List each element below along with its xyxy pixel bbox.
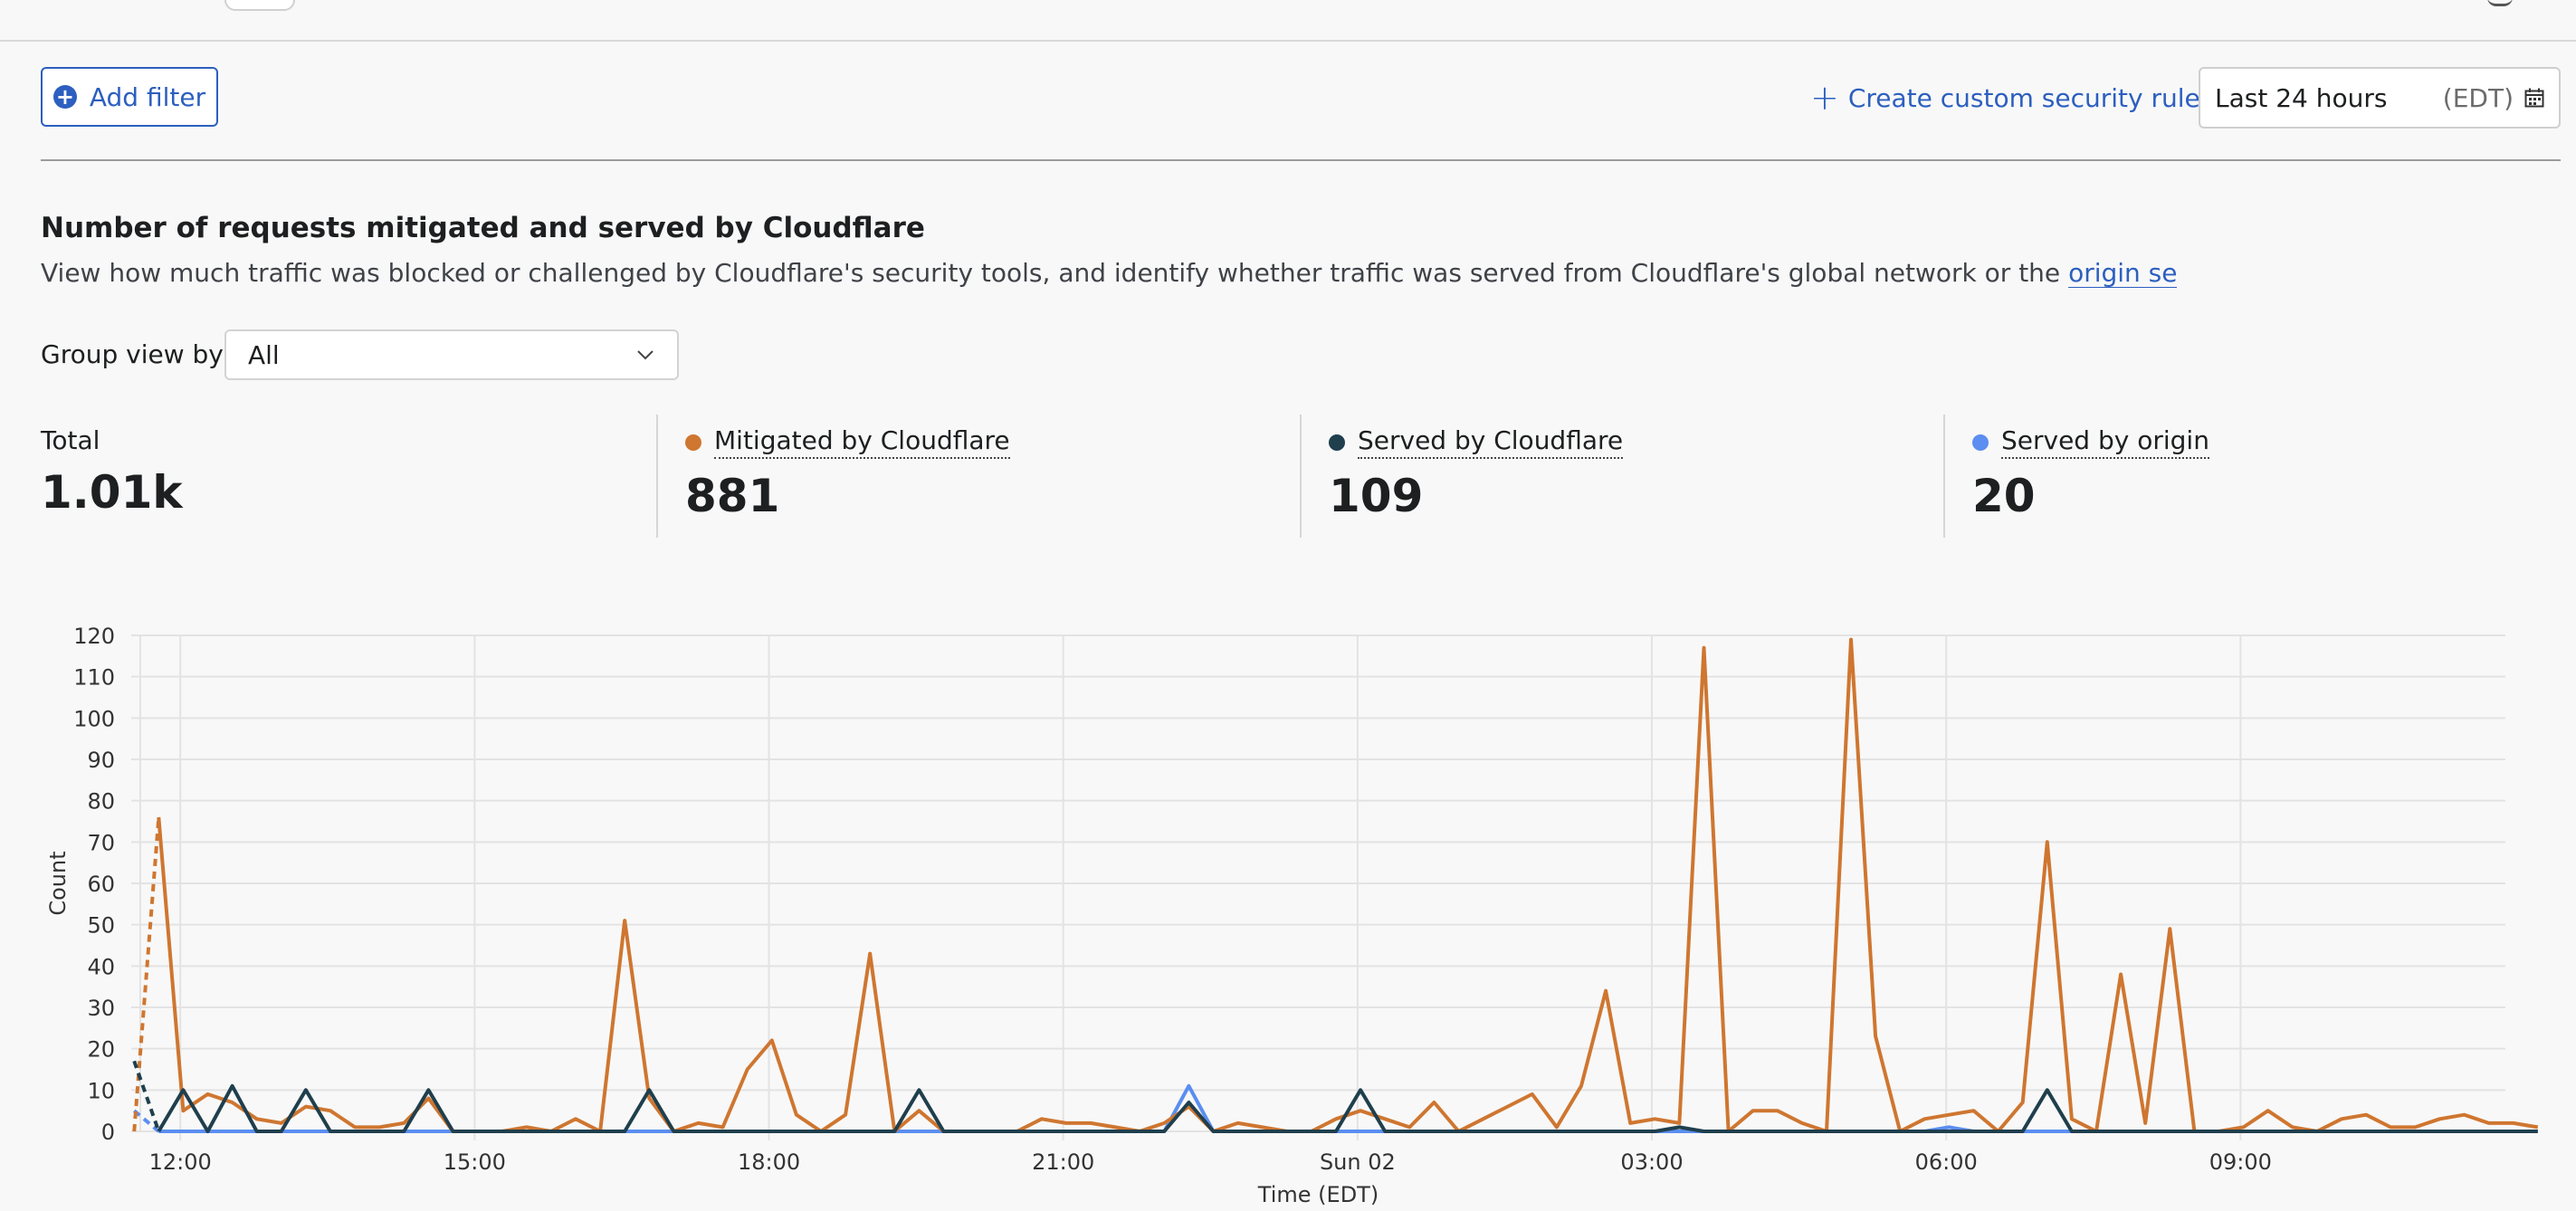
description-text: View how much traffic was blocked or cha… <box>41 258 2069 288</box>
y-tick-label: 90 <box>87 748 115 773</box>
x-axis-title: Time (EDT) <box>1257 1182 1379 1207</box>
y-tick-label: 110 <box>73 665 115 691</box>
group-view-value: All <box>248 339 280 370</box>
y-tick-label: 60 <box>87 872 115 897</box>
x-tick-label: 21:00 <box>1032 1149 1094 1175</box>
x-tick-label: 09:00 <box>2209 1149 2272 1175</box>
section-description: View how much traffic was blocked or cha… <box>41 258 2177 288</box>
y-tick-label: 100 <box>73 706 115 731</box>
stat-total: Total 1.01k <box>41 415 656 538</box>
date-range-picker[interactable]: Last 24 hours (EDT) <box>2199 67 2561 129</box>
stat-served-origin-value: 20 <box>1972 470 2036 522</box>
section-title: Number of requests mitigated and served … <box>41 212 925 244</box>
plus-circle-icon: + <box>52 85 77 109</box>
x-tick-label: Sun 02 <box>1320 1149 1396 1175</box>
filter-bar: + Add filter + Create custom security ru… <box>41 54 2561 161</box>
x-tick-label: 18:00 <box>738 1149 800 1175</box>
y-tick-label: 0 <box>101 1120 115 1145</box>
y-tick-label: 50 <box>87 913 115 939</box>
stat-mitigated-label-row: Mitigated by Cloudflare <box>685 425 1301 459</box>
top-right-icon[interactable] <box>2487 0 2513 6</box>
x-tick-label: 15:00 <box>444 1149 506 1175</box>
y-tick-label: 20 <box>87 1037 115 1063</box>
create-rule-label: Create custom security rule <box>1847 82 2200 113</box>
x-tick-label: 12:00 <box>149 1149 212 1175</box>
y-tick-label: 120 <box>73 624 115 649</box>
y-tick-label: 10 <box>87 1078 115 1103</box>
served-origin-legend-dot <box>1972 434 1989 451</box>
y-axis-title: Count <box>45 851 71 915</box>
stat-served-cloudflare-value: 109 <box>1329 470 1424 522</box>
mitigated-legend-dot <box>685 434 701 451</box>
x-tick-label: 06:00 <box>1915 1149 1978 1175</box>
y-tick-label: 80 <box>87 789 115 815</box>
chevron-down-icon <box>637 350 654 360</box>
y-tick-label: 70 <box>87 830 115 855</box>
stats-row: Total 1.01k Mitigated by Cloudflare 881 … <box>41 415 2231 538</box>
y-tick-label: 40 <box>87 954 115 979</box>
stat-mitigated: Mitigated by Cloudflare 881 <box>656 415 1301 538</box>
series-line-mitigated-by-cloudflare[interactable] <box>157 637 2539 1133</box>
stat-served-origin-label[interactable]: Served by origin <box>2001 425 2209 459</box>
origin-server-link[interactable]: origin server <box>2068 258 2177 288</box>
stat-mitigated-label[interactable]: Mitigated by Cloudflare <box>714 425 1010 459</box>
stat-total-value: 1.01k <box>41 466 183 519</box>
stat-served-origin-label-row: Served by origin <box>1972 425 2244 459</box>
stat-total-label-row: Total <box>41 425 656 455</box>
plus-icon: + <box>1810 78 1839 118</box>
series-line-mitigated-by-cloudflare-partial <box>132 816 161 1132</box>
stat-mitigated-value: 881 <box>685 470 780 522</box>
top-nav-bar <box>0 0 2576 42</box>
series-line-served-by-cloudflare[interactable] <box>157 1083 2538 1133</box>
served-cloudflare-legend-dot <box>1329 434 1345 451</box>
stat-served-cloudflare-label[interactable]: Served by Cloudflare <box>1358 425 1624 459</box>
add-filter-button[interactable]: + Add filter <box>41 67 218 127</box>
stat-served-cloudflare: Served by Cloudflare 109 <box>1300 415 1944 538</box>
group-view-label: Group view by <box>41 339 224 369</box>
timezone-label: (EDT) <box>2442 82 2514 113</box>
add-filter-label: Add filter <box>89 81 206 112</box>
create-custom-security-rule-link[interactable]: + Create custom security rule <box>1810 78 2200 118</box>
calendar-icon <box>2524 88 2544 108</box>
stat-total-label: Total <box>41 425 100 455</box>
stat-served-origin: Served by origin 20 <box>1943 415 2244 538</box>
stat-served-cloudflare-label-row: Served by Cloudflare <box>1329 425 1944 459</box>
date-range-label: Last 24 hours <box>2215 82 2388 113</box>
x-tick-label: 03:00 <box>1620 1149 1683 1175</box>
y-tick-label: 30 <box>87 996 115 1021</box>
top-nav-chip[interactable] <box>224 0 295 11</box>
requests-line-chart[interactable]: 0 10 20 30 40 50 60 70 80 90 100 110 120 12:00 15:00 18… <box>36 615 2571 1208</box>
group-view-select[interactable]: All <box>224 329 679 380</box>
